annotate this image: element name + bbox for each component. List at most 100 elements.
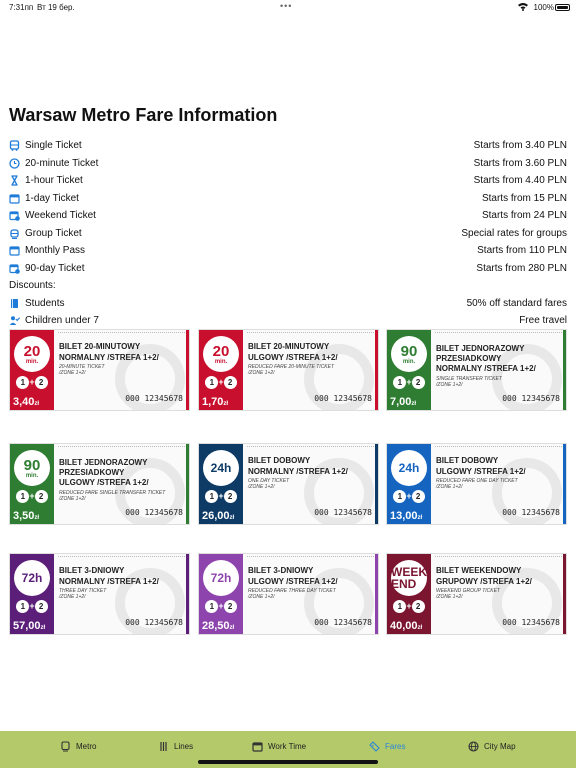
discount-row: Children under 7 Free travel [9, 312, 567, 330]
ticket-price: 13,00zł [390, 510, 422, 522]
hourglass-icon [9, 175, 20, 186]
multitasking-dots[interactable]: ••• [280, 1, 292, 11]
ticket-currency: zł [34, 401, 40, 407]
zone-indicator: 1 +2 [204, 490, 238, 504]
ticket-price: 28,50zł [202, 620, 234, 632]
fare-name: 1-hour Ticket [25, 175, 83, 187]
badge-number: 90 [23, 456, 41, 474]
ticket-serial: 000 12345678 [125, 394, 183, 403]
fare-price: Starts from 110 PLN [477, 245, 567, 257]
battery-icon [555, 4, 570, 11]
ticket-zone-note: /ZONE 1+2/ [248, 370, 275, 376]
ticket-title: BILET 20-MINUTOWY [59, 342, 141, 351]
home-indicator[interactable] [198, 760, 378, 764]
zone-1: 1 [205, 600, 219, 613]
fare-name: Single Ticket [25, 140, 82, 152]
ticket-microprint [435, 446, 562, 449]
ticket-color-panel: 72h 1 +2 28,50zł [199, 554, 243, 634]
ticket-zone-note: /ZONE 1+2/ [436, 382, 463, 388]
ticket-zone-note: /ZONE 1+2/ [59, 594, 86, 600]
ticket-duration-badge: 20 min. [203, 336, 239, 372]
ticket-price-value: 7,00 [390, 396, 412, 408]
clock-icon [9, 158, 20, 169]
ticket-title: BILET 3-DNIOWY [59, 566, 125, 575]
ticket-microprint [435, 556, 562, 559]
ticket-title-line2: ULGOWY /STREFA 1+2/ [436, 467, 526, 476]
ticket-title: BILET JEDNORAZOWY [436, 344, 525, 353]
ticket-serial: 000 12345678 [314, 508, 372, 517]
zone-2: 2 [34, 376, 48, 389]
ticket-price-value: 28,50 [202, 620, 230, 632]
zone-indicator: 1 +2 [15, 600, 49, 614]
ticket-title: BILET 3-DNIOWY [248, 566, 314, 575]
ticket-card: 24h 1 +2 26,00zł BILET DOBOWY NORMALNY /S… [198, 443, 379, 525]
ticket-title: BILET DOBOWY [248, 456, 311, 465]
ticket-price: 40,00zł [390, 620, 422, 632]
ticket-color-panel: 90 min. 1 +2 3,50zł [10, 444, 54, 524]
zone-2: 2 [223, 600, 237, 613]
ticket-card: 72h 1 +2 57,00zł BILET 3-DNIOWY NORMALNY … [9, 553, 190, 635]
tab-city-map[interactable]: City Map [468, 731, 516, 761]
calendar-clock-icon [9, 263, 20, 274]
ticket-body: BILET WEEKENDOWY GRUPOWY /STREFA 1+2/ WE… [431, 554, 566, 634]
ticket-zone-note: /ZONE 1+2/ [248, 594, 275, 600]
zone-1: 1 [205, 490, 219, 503]
fare-name: Group Ticket [25, 227, 82, 239]
ticket-stripe [186, 554, 189, 634]
badge-number: 24h [398, 461, 420, 475]
ticket-duration-badge: 24h [203, 450, 239, 486]
ticket-currency: zł [417, 515, 423, 521]
ticket-title-line2: NORMALNY /STREFA 1+2/ [59, 577, 159, 586]
ticket-price: 3,50zł [13, 510, 39, 522]
discounts-heading: Discounts: [9, 280, 56, 292]
fare-name: 1-day Ticket [25, 192, 79, 204]
ticket-serial: 000 12345678 [314, 394, 372, 403]
page-title: Warsaw Metro Fare Information [9, 105, 278, 125]
ticket-serial: 000 12345678 [502, 618, 560, 627]
tab-work-time[interactable]: Work Time [252, 731, 306, 761]
ticket-duration-badge: WEEK END [391, 560, 427, 596]
ticket-stripe [186, 330, 189, 410]
ticket-microprint [58, 556, 185, 559]
fare-name: Weekend Ticket [25, 210, 96, 222]
ticket-color-panel: 72h 1 +2 57,00zł [10, 554, 54, 634]
badge-number: 72h [210, 571, 232, 585]
tab-lines[interactable]: Lines [158, 731, 193, 761]
ticket-body: BILET JEDNORAZOWY PRZESIADKOWY ULGOWY /S… [54, 444, 189, 524]
ticket-currency: zł [229, 625, 235, 631]
globe-icon [468, 741, 479, 752]
fare-row: 1-day Ticket Starts from 15 PLN [9, 190, 567, 208]
zone-indicator: 1 +2 [204, 600, 238, 614]
train-icon [60, 741, 70, 752]
battery-percent: 100% [533, 3, 554, 12]
zone-2: 2 [411, 376, 425, 389]
badge-number: 20 [212, 342, 230, 360]
ticket-color-panel: WEEK END 1 +2 40,00zł [387, 554, 431, 634]
ticket-serial: 000 12345678 [502, 508, 560, 517]
fare-price: Starts from 3.40 PLN [473, 140, 567, 152]
ticket-stripe [375, 554, 378, 634]
zone-indicator: 1 +2 [392, 490, 426, 504]
tab-label: Fares [385, 741, 406, 751]
ticket-currency: zł [223, 401, 229, 407]
ticket-body: BILET 3-DNIOWY ULGOWY /STREFA 1+2/ REDUC… [243, 554, 378, 634]
tab-fares[interactable]: Fares [369, 731, 405, 761]
discount-row: Students 50% off standard fares [9, 295, 567, 313]
ticket-price-value: 26,00 [202, 510, 230, 522]
ticket-microprint [58, 332, 185, 335]
ticket-stripe [375, 330, 378, 410]
ticket-title-line2: ULGOWY /STREFA 1+2/ [248, 353, 338, 362]
fare-price: Special rates for groups [461, 227, 567, 239]
tab-metro[interactable]: Metro [60, 731, 96, 761]
discount-value: Free travel [519, 315, 567, 327]
ticket-color-panel: 24h 1 +2 26,00zł [199, 444, 243, 524]
ticket-title-line2: PRZESIADKOWY [59, 468, 125, 477]
zone-1: 1 [16, 600, 30, 613]
ticket-color-panel: 20 min. 1 +2 3,40zł [10, 330, 54, 410]
ticket-color-panel: 20 min. 1 +2 1,70zł [199, 330, 243, 410]
ticket-title-line2: NORMALNY /STREFA 1+2/ [248, 467, 348, 476]
ticket-serial: 000 12345678 [502, 394, 560, 403]
ticket-title: BILET JEDNORAZOWY [59, 458, 148, 467]
fare-name: Monthly Pass [25, 245, 86, 257]
zone-indicator: 1 +2 [392, 600, 426, 614]
